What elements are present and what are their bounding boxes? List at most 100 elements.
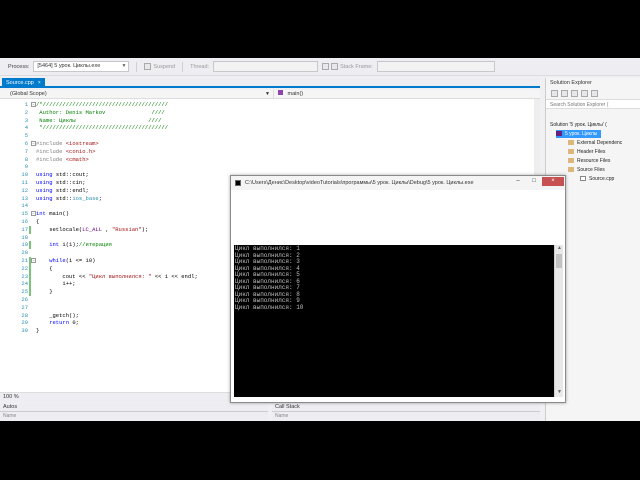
line-number: 28 [21,311,28,319]
tree-item-label: Solution '5 урок. Циклы' ( [550,122,607,128]
flag-icon[interactable] [331,63,339,70]
scroll-down-icon[interactable]: ▼ [555,389,564,397]
code-line[interactable]: Author: Denis Markov //// [36,109,164,117]
tree-item[interactable]: External Dependenc [568,139,622,147]
code-line[interactable]: *////////////////////////////////////// [36,124,168,132]
minimize-button[interactable]: – [510,177,526,186]
line-number: 20 [21,249,28,257]
line-number: 18 [21,233,28,241]
solution-search-input[interactable]: Search Solution Explorer ( [546,99,640,109]
change-marker [29,257,31,265]
tree-item[interactable]: Header Files [568,148,605,156]
process-dropdown[interactable]: [5464] 5 урок. Циклы.exe ▼ [33,61,130,72]
line-number: 17 [21,225,28,233]
code-line[interactable]: _getch(); [36,312,79,320]
code-line[interactable]: return 0; [36,319,79,327]
debug-toolbar: Process: [5464] 5 урок. Циклы.exe ▼ Susp… [0,58,640,76]
console-output: Цикл выполнился: 1 Цикл выполнился: 2 Ци… [235,245,304,311]
line-number: 2 [24,108,28,116]
line-number: 7 [24,147,28,155]
tab-source-cpp[interactable]: Source.cpp × [2,78,45,88]
code-line[interactable]: setlocale(LC_ALL , "Russian"); [36,226,148,234]
maximize-button[interactable]: □ [526,177,542,186]
code-line[interactable]: using std::cout; [36,171,89,179]
autos-pane: Autos Name [0,403,268,421]
code-line[interactable]: #include <cmath> [36,156,89,164]
code-line[interactable]: /*////////////////////////////////////// [36,101,168,109]
tree-item-label: Source.cpp [589,176,615,182]
change-marker [29,225,31,234]
chevron-down-icon: ▼ [121,63,127,69]
filter-icon[interactable] [322,63,330,70]
code-line[interactable]: cout << "Цикл выполнился: " << i << endl… [36,273,197,281]
code-line[interactable]: } [36,288,52,296]
back-icon[interactable] [551,90,558,97]
toolbar-separator [182,61,184,72]
scroll-thumb[interactable] [556,254,562,268]
folder-icon [568,149,574,155]
properties-icon[interactable] [591,90,598,97]
console-window[interactable]: C:\Users\Денис\Desktop\videoTutorials\пр… [230,175,566,403]
line-number: 24 [21,280,28,288]
function-icon [278,90,283,95]
change-marker [29,288,31,296]
line-number: 10 [21,171,28,179]
code-line[interactable]: { [36,218,39,226]
suspend-button[interactable]: Suspend [144,63,175,70]
line-number: 29 [21,319,28,327]
line-number: 1 [24,101,28,108]
project-icon [556,131,562,137]
code-line[interactable]: int i(1);//итерация [36,241,112,249]
code-line[interactable]: #include <iostream> [36,140,99,148]
forward-icon[interactable] [561,90,568,97]
change-marker [29,241,31,250]
process-label: Process: [8,63,30,70]
call-stack-title[interactable]: Call Stack [272,403,540,412]
tree-item[interactable]: Source Files [568,166,605,174]
code-line[interactable]: Name: Циклы //// [36,117,161,125]
line-number: 26 [21,296,28,303]
tree-item[interactable]: Source.cpp [580,175,614,183]
thread-dropdown[interactable] [213,61,319,72]
function-dropdown[interactable]: main() [278,90,536,99]
line-number: 3 [24,116,28,124]
close-button[interactable]: × [542,177,564,186]
home-icon[interactable] [571,90,578,97]
code-line[interactable]: using std::cin; [36,179,86,187]
solution-explorer-title: Solution Explorer [550,80,592,86]
console-output-area[interactable]: Цикл выполнился: 1 Цикл выполнился: 2 Ци… [234,245,554,397]
process-value: [5464] 5 урок. Циклы.exe [37,63,101,69]
code-line[interactable]: { [36,265,52,273]
code-line[interactable]: while(i <= 10) [36,257,95,265]
solution-explorer-toolbar [546,88,640,99]
tree-item[interactable]: Resource Files [568,157,610,165]
code-line[interactable]: using std::endl; [36,187,89,195]
code-line[interactable]: int main() [36,210,69,218]
code-line[interactable]: } [36,327,39,335]
scroll-up-icon[interactable]: ▲ [555,245,564,253]
scope-dropdown[interactable]: (Global Scope) ▼ [10,90,274,99]
console-app-icon [235,180,241,186]
line-number: 30 [21,327,28,335]
line-number: 4 [24,124,28,132]
line-number: 5 [24,132,28,140]
close-icon[interactable]: × [38,78,41,88]
code-line[interactable]: #include <conio.h> [36,148,95,156]
console-title: C:\Users\Денис\Desktop\videoTutorials\пр… [245,180,474,186]
tree-item[interactable]: Solution '5 урок. Циклы' ( [550,121,607,129]
stack-frame-label: Stack Frame: [340,63,373,70]
function-value: main() [287,91,304,97]
tree-item-label: Source Files [577,167,605,173]
code-line[interactable]: using std::ios_base; [36,195,102,203]
code-line[interactable]: i++; [36,280,75,288]
autos-title[interactable]: Autos [0,403,268,412]
refresh-icon[interactable] [581,90,588,97]
tree-item[interactable]: 5 урок. Циклы [556,130,602,138]
call-stack-column-header: Name [275,413,289,419]
tree-item-label: Resource Files [577,158,611,164]
console-scrollbar[interactable]: ▲ ▼ [554,245,563,397]
navigation-bar: (Global Scope) ▼ main() [0,90,540,99]
change-marker [29,264,31,273]
stack-frame-dropdown[interactable] [376,61,495,72]
tree-item-label: External Dependenc [577,140,623,146]
